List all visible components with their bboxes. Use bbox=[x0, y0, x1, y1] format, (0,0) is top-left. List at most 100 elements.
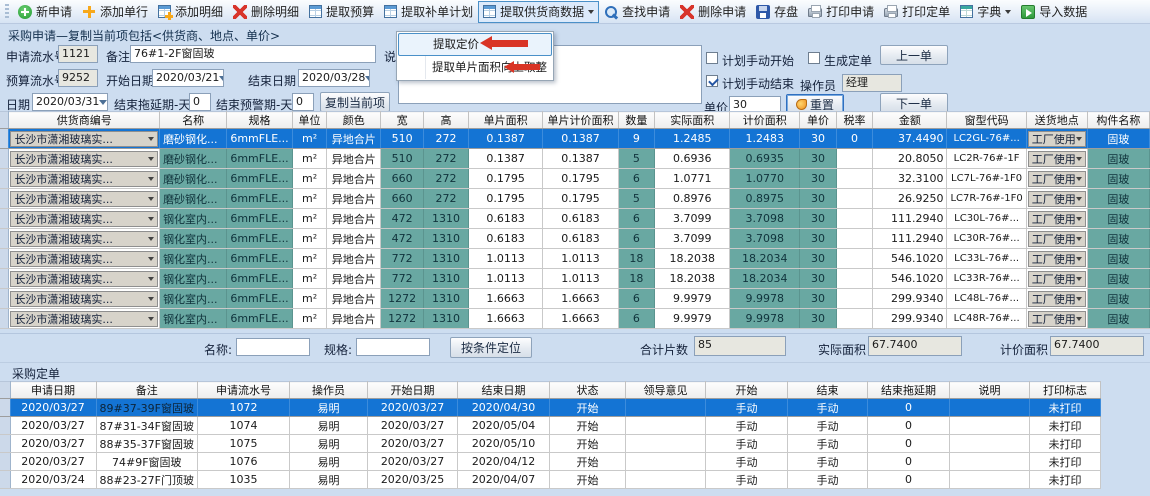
orders-row[interactable]: 2020/03/2789#37-39F窗固玻1072易明2020/03/2720… bbox=[0, 399, 1101, 417]
orders-header-remark[interactable]: 备注 bbox=[96, 382, 198, 399]
detail-row[interactable]: 长沙市潇湘玻璃实...钢化室内...6mmFLE...m²异地合片4721310… bbox=[0, 209, 1150, 229]
orders-cell-ano[interactable]: 1075 bbox=[198, 435, 290, 453]
detail-row[interactable]: 长沙市潇湘玻璃实...磨砂钢化...6mmFLE...m²异地合片5102720… bbox=[0, 149, 1150, 169]
orders-cell-oper[interactable]: 易明 bbox=[290, 471, 368, 489]
detail-cell-wincode[interactable]: LC7R-76#-1F0 bbox=[947, 189, 1026, 209]
detail-cell-supplier[interactable]: 长沙市潇湘玻璃实... bbox=[9, 309, 160, 329]
orders-cell-oper[interactable]: 易明 bbox=[290, 453, 368, 471]
end-delay-field[interactable]: 0 bbox=[189, 93, 211, 111]
detail-cell-supplier[interactable]: 长沙市潇湘玻璃实... bbox=[9, 189, 160, 209]
detail-cell-price[interactable]: 30 bbox=[800, 269, 837, 289]
detail-cell-unit[interactable]: m² bbox=[292, 249, 327, 269]
detail-cell-unit[interactable]: m² bbox=[292, 229, 327, 249]
orders-cell-sdate[interactable]: 2020/03/25 bbox=[368, 471, 458, 489]
detail-row-selector[interactable] bbox=[0, 209, 9, 229]
detail-cell-parea1[interactable]: 0.1795 bbox=[468, 189, 543, 209]
detail-cell-spec[interactable]: 6mmFLE... bbox=[227, 209, 292, 229]
detail-cell-aarea[interactable]: 3.7099 bbox=[655, 209, 730, 229]
detail-cell-unit[interactable]: m² bbox=[292, 189, 327, 209]
detail-cell-tax[interactable] bbox=[836, 189, 873, 209]
orders-cell-oper[interactable]: 易明 bbox=[290, 399, 368, 417]
detail-cell-price[interactable]: 30 bbox=[800, 189, 837, 209]
detail-cell-part[interactable]: 固玻 bbox=[1087, 169, 1149, 189]
detail-cell-color[interactable]: 异地合片 bbox=[327, 229, 381, 249]
find-request-button[interactable]: 查找申请 bbox=[599, 1, 675, 23]
chevron-down-icon[interactable] bbox=[219, 76, 224, 85]
plan-manual-end-checkbox[interactable] bbox=[706, 75, 718, 87]
detail-cell-supplier[interactable]: 长沙市潇湘玻璃实... bbox=[9, 169, 160, 189]
apply-no-field[interactable]: 1121 bbox=[58, 45, 98, 63]
detail-cell-part[interactable]: 固玻 bbox=[1087, 289, 1149, 309]
detail-row-selector[interactable] bbox=[0, 169, 9, 189]
orders-cell-memo[interactable] bbox=[950, 399, 1030, 417]
orders-cell-leader[interactable] bbox=[626, 453, 706, 471]
orders-cell-edelay[interactable]: 0 bbox=[868, 453, 950, 471]
detail-header-spec[interactable]: 规格 bbox=[227, 112, 292, 129]
orders-cell-adate[interactable]: 2020/03/27 bbox=[10, 417, 96, 435]
detail-cell-w[interactable]: 660 bbox=[381, 189, 424, 209]
detail-cell-h[interactable]: 272 bbox=[424, 189, 469, 209]
orders-cell-remark[interactable]: 88#23-27F门顶玻 bbox=[96, 471, 198, 489]
orders-cell-ano[interactable]: 1072 bbox=[198, 399, 290, 417]
orders-row[interactable]: 2020/03/2788#35-37F窗固玻1075易明2020/03/2720… bbox=[0, 435, 1101, 453]
detail-row-selector[interactable] bbox=[0, 269, 9, 289]
detail-cell-jarea[interactable]: 3.7098 bbox=[730, 229, 800, 249]
detail-cell-spec[interactable]: 6mmFLE... bbox=[227, 309, 292, 329]
detail-cell-qty[interactable]: 5 bbox=[618, 189, 655, 209]
detail-cell-aarea[interactable]: 9.9979 bbox=[655, 309, 730, 329]
detail-row[interactable]: 长沙市潇湘玻璃实...磨砂钢化...6mmFLE...m²异地合片6602720… bbox=[0, 189, 1150, 209]
orders-cell-leader[interactable] bbox=[626, 417, 706, 435]
detail-cell-h[interactable]: 1310 bbox=[424, 289, 469, 309]
orders-cell-status[interactable]: 开始 bbox=[550, 435, 626, 453]
operator-field[interactable]: 经理 bbox=[842, 74, 902, 92]
detail-cell-color[interactable]: 异地合片 bbox=[327, 249, 381, 269]
orders-header-emode[interactable]: 结束 bbox=[788, 382, 868, 399]
detail-cell-unit[interactable]: m² bbox=[292, 169, 327, 189]
orders-cell-ano[interactable]: 1035 bbox=[198, 471, 290, 489]
dictionary-button[interactable]: 字典 bbox=[955, 1, 1016, 23]
orders-cell-remark[interactable]: 89#37-39F窗固玻 bbox=[96, 399, 198, 417]
orders-cell-emode[interactable]: 手动 bbox=[788, 399, 868, 417]
orders-cell-status[interactable]: 开始 bbox=[550, 471, 626, 489]
orders-header-smode[interactable]: 开始 bbox=[706, 382, 788, 399]
detail-row-selector[interactable] bbox=[0, 289, 9, 309]
detail-header-h[interactable]: 高 bbox=[424, 112, 469, 129]
detail-cell-unit[interactable]: m² bbox=[292, 149, 327, 169]
extract-supplier-data-button[interactable]: 提取供货商数据 bbox=[478, 1, 599, 23]
detail-cell-w[interactable]: 472 bbox=[381, 229, 424, 249]
detail-cell-part[interactable]: 固玻 bbox=[1087, 149, 1149, 169]
orders-cell-smode[interactable]: 手动 bbox=[706, 471, 788, 489]
orders-cell-leader[interactable] bbox=[626, 399, 706, 417]
generate-order-checkbox[interactable] bbox=[808, 52, 820, 64]
orders-header-pflag[interactable]: 打印标志 bbox=[1030, 382, 1101, 399]
detail-header-w[interactable]: 宽 bbox=[381, 112, 424, 129]
detail-cell-color[interactable]: 异地合片 bbox=[327, 309, 381, 329]
locate-by-condition-button[interactable]: 按条件定位 bbox=[450, 337, 532, 358]
detail-cell-qty[interactable]: 6 bbox=[618, 229, 655, 249]
detail-cell-supplier[interactable]: 长沙市潇湘玻璃实... bbox=[9, 249, 160, 269]
detail-cell-color[interactable]: 异地合片 bbox=[327, 169, 381, 189]
detail-cell-spec[interactable]: 6mmFLE... bbox=[227, 269, 292, 289]
detail-cell-unit[interactable]: m² bbox=[292, 129, 327, 149]
orders-cell-pflag[interactable]: 未打印 bbox=[1030, 399, 1101, 417]
detail-cell-amount[interactable]: 546.1020 bbox=[873, 269, 947, 289]
orders-cell-oper[interactable]: 易明 bbox=[290, 435, 368, 453]
detail-cell-delivery[interactable]: 工厂使用 bbox=[1026, 169, 1087, 189]
detail-cell-aarea[interactable]: 18.2038 bbox=[655, 269, 730, 289]
detail-cell-price[interactable]: 30 bbox=[800, 289, 837, 309]
end-warn-field[interactable]: 0 bbox=[292, 93, 314, 111]
detail-cell-w[interactable]: 1272 bbox=[381, 289, 424, 309]
orders-cell-ano[interactable]: 1076 bbox=[198, 453, 290, 471]
detail-cell-supplier[interactable]: 长沙市潇湘玻璃实... bbox=[9, 289, 160, 309]
detail-cell-amount[interactable]: 20.8050 bbox=[873, 149, 947, 169]
detail-cell-name[interactable]: 钢化室内... bbox=[160, 249, 227, 269]
detail-cell-spec[interactable]: 6mmFLE... bbox=[227, 229, 292, 249]
save-button[interactable]: 存盘 bbox=[751, 1, 803, 23]
orders-cell-oper[interactable]: 易明 bbox=[290, 417, 368, 435]
detail-cell-unit[interactable]: m² bbox=[292, 269, 327, 289]
delete-detail-button[interactable]: 删除明细 bbox=[228, 1, 304, 23]
detail-row-selector[interactable] bbox=[0, 249, 9, 269]
orders-cell-edate[interactable]: 2020/04/30 bbox=[458, 399, 550, 417]
detail-cell-parea1[interactable]: 1.0113 bbox=[468, 269, 543, 289]
detail-cell-spec[interactable]: 6mmFLE... bbox=[227, 249, 292, 269]
